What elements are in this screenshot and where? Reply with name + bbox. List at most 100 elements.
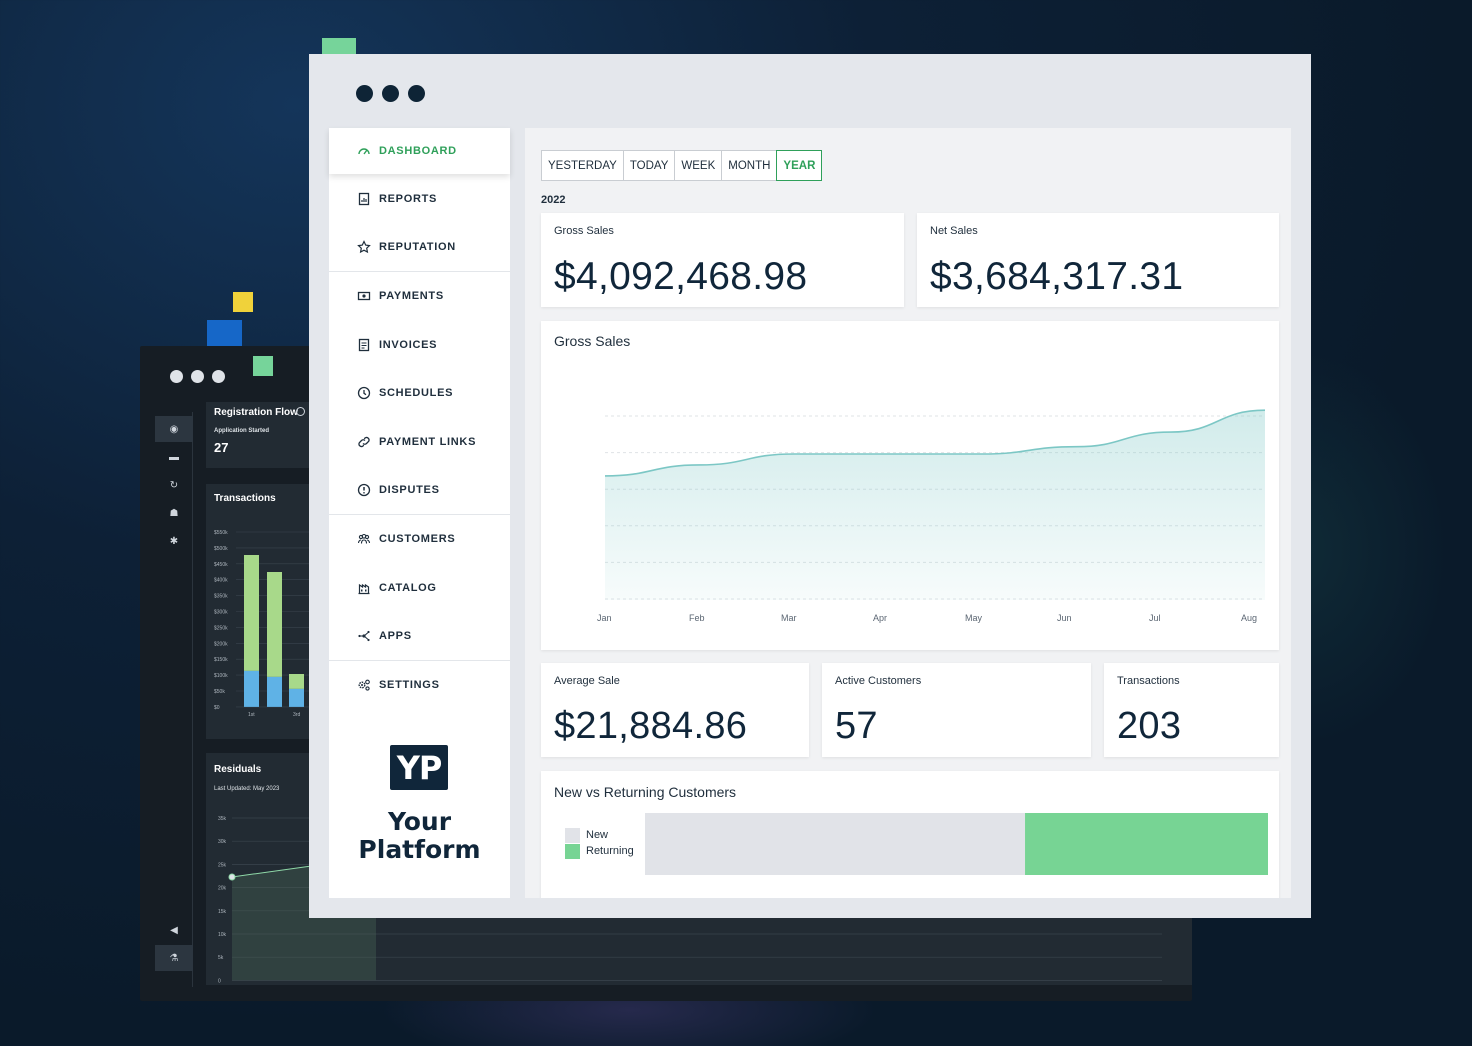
nav-label: SETTINGS	[379, 679, 440, 691]
cash-icon	[357, 289, 371, 303]
gauge-icon	[357, 144, 371, 158]
x-tick-label: 1st	[248, 712, 255, 718]
active-customers-card: Active Customers 57	[822, 663, 1091, 757]
refresh-icon[interactable]: ↻	[155, 472, 193, 498]
flask-icon[interactable]: ⚗	[155, 945, 193, 971]
average-sale-card: Average Sale $21,884.86	[541, 663, 809, 757]
net-sales-label: Net Sales	[930, 225, 978, 237]
filter-today[interactable]: TODAY	[622, 150, 675, 181]
nav-disputes[interactable]: DISPUTES	[329, 467, 510, 513]
year-label: 2022	[541, 194, 566, 206]
filter-week[interactable]: WEEK	[674, 150, 722, 181]
transactions-label: Transactions	[1117, 675, 1180, 687]
bar-segment-new	[645, 813, 1026, 875]
y-tick-label: $50k	[214, 689, 225, 695]
invoice-icon	[357, 338, 371, 352]
logo-line-1: Your	[387, 807, 452, 836]
legend-new: New	[565, 827, 634, 843]
logo-line-2: Platform	[358, 835, 481, 864]
y-tick-label: $250k	[214, 625, 228, 631]
nav-label: DASHBOARD	[379, 145, 457, 157]
sidebar: DASHBOARD REPORTS REPUTATION PAYMENTS IN…	[329, 128, 510, 898]
gear-icon	[357, 678, 371, 692]
nav-apps[interactable]: APPS	[329, 613, 510, 659]
y-tick-label: $100k	[214, 673, 228, 679]
nav-label: APPS	[379, 630, 412, 642]
x-tick-label: 3rd	[293, 712, 300, 718]
net-sales-value: $3,684,317.31	[930, 255, 1184, 298]
legend-swatch-returning	[565, 843, 580, 859]
legend: New Returning	[565, 827, 634, 859]
y-tick-label: $500k	[214, 546, 228, 552]
bar-green	[267, 572, 282, 677]
nav-reports[interactable]: REPORTS	[329, 176, 510, 222]
x-tick-label: Jan	[597, 613, 612, 623]
logo-mark: YP	[390, 745, 448, 790]
people-icon[interactable]: ☗	[155, 500, 193, 526]
x-tick-label: Mar	[781, 613, 797, 623]
nav-divider	[329, 514, 510, 515]
y-tick-label: 0	[218, 978, 221, 984]
active-customers-value: 57	[835, 705, 878, 747]
x-tick-label: Apr	[873, 613, 888, 623]
x-tick-label: Aug	[1241, 613, 1258, 623]
gear-icon[interactable]: ✱	[155, 528, 193, 554]
new-vs-returning-bar	[645, 813, 1268, 875]
average-sale-value: $21,884.86	[554, 705, 748, 747]
y-tick-label: $350k	[214, 594, 228, 600]
nav-divider	[329, 271, 510, 272]
nav-label: REPUTATION	[379, 241, 456, 253]
card-icon[interactable]: ▬	[155, 444, 193, 470]
nav-catalog[interactable]: CATALOG	[329, 565, 510, 611]
x-tick-label: Jun	[1057, 613, 1072, 623]
registration-flow-card: Registration Flow Application Started 27	[206, 402, 310, 468]
gauge-icon[interactable]: ◉	[155, 416, 193, 442]
y-tick-label: 10k	[218, 932, 227, 938]
nav-label: PAYMENT LINKS	[379, 436, 477, 448]
filter-year[interactable]: YEAR	[776, 150, 823, 181]
megaphone-icon[interactable]: ◀	[155, 917, 193, 943]
decor-square-green-small	[253, 356, 273, 376]
gross-sales-chart-card: Gross Sales Jan Feb Mar Apr May Jun Jul Aug	[541, 321, 1279, 650]
gross-sales-area-chart	[604, 409, 1266, 600]
legend-label: New	[586, 829, 609, 841]
report-icon	[357, 192, 371, 206]
nav-label: CATALOG	[379, 582, 437, 594]
y-tick-label: 20k	[218, 886, 227, 892]
y-tick-label: $450k	[214, 562, 228, 568]
people-icon	[357, 532, 371, 546]
nav-invoices[interactable]: INVOICES	[329, 322, 510, 368]
registration-value: 27	[214, 440, 229, 455]
window-controls	[356, 85, 425, 102]
nav-divider	[329, 660, 510, 661]
bar-blue	[289, 688, 304, 707]
registration-subtitle: Application Started	[214, 428, 270, 434]
nav-payment-links[interactable]: PAYMENT LINKS	[329, 419, 510, 465]
filter-yesterday[interactable]: YESTERDAY	[541, 150, 623, 181]
registration-title: Registration Flow	[214, 407, 298, 418]
nav-schedules[interactable]: SCHEDULES	[329, 370, 510, 416]
y-tick-label: 5k	[218, 955, 224, 961]
nav-customers[interactable]: CUSTOMERS	[329, 516, 510, 562]
catalog-icon	[357, 581, 371, 595]
window-controls	[170, 370, 225, 383]
apps-icon	[357, 629, 371, 643]
area-fill	[605, 410, 1265, 600]
filter-month[interactable]: MONTH	[721, 150, 777, 181]
nav-payments[interactable]: PAYMENTS	[329, 273, 510, 319]
nav-reputation[interactable]: REPUTATION	[329, 224, 510, 270]
nav-dashboard[interactable]: DASHBOARD	[329, 128, 510, 174]
bar-green	[289, 674, 304, 689]
transactions-card: Transactions 203	[1104, 663, 1279, 757]
transactions-card: Transactions $550k $500k $450k $400k $350k $3…	[206, 484, 310, 739]
y-tick-label: $150k	[214, 657, 228, 663]
average-sale-label: Average Sale	[554, 675, 620, 687]
decor-square-yellow	[233, 292, 253, 312]
new-vs-returning-card: New vs Returning Customers New Returning	[541, 771, 1279, 898]
info-icon[interactable]	[296, 407, 305, 416]
y-tick-label: 15k	[218, 909, 227, 915]
gross-sales-card: Gross Sales $4,092,468.98	[541, 213, 904, 307]
nav-label: CUSTOMERS	[379, 533, 456, 545]
nav-settings[interactable]: SETTINGS	[329, 662, 510, 708]
legend-swatch-new	[565, 827, 580, 843]
